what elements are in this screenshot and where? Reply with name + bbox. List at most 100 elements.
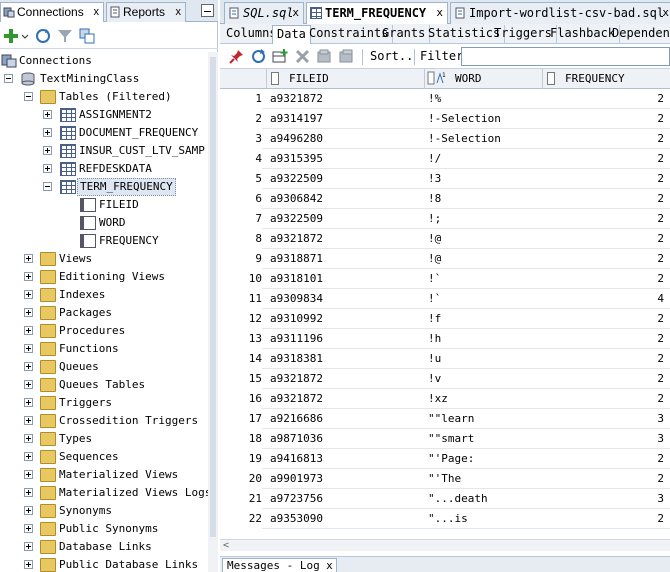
fileid-cell[interactable]: a9321872	[270, 89, 420, 109]
expand-icon[interactable]	[24, 344, 33, 353]
row-number-cell[interactable]: 10	[220, 269, 262, 289]
frequency-cell[interactable]: 2	[546, 129, 664, 149]
tree-item-sequences[interactable]: Sequences	[0, 448, 205, 466]
expand-icon[interactable]	[24, 308, 33, 317]
tree-item-column-word[interactable]: WORD	[0, 214, 205, 232]
table-row[interactable]: 11 a9309834 !` 4	[220, 289, 670, 309]
table-row[interactable]: 8 a9321872 !@ 2	[220, 229, 670, 249]
tree-item-queues-tables[interactable]: Queues Tables	[0, 376, 205, 394]
word-cell[interactable]: !-Selection	[428, 109, 540, 129]
minimize-button[interactable]	[201, 4, 214, 17]
table-row[interactable]: 12 a9310992 !f 2	[220, 309, 670, 329]
fileid-cell[interactable]: a9416813	[270, 449, 420, 469]
fileid-cell[interactable]: a9322509	[270, 169, 420, 189]
word-cell[interactable]: !`	[428, 289, 540, 309]
expand-icon[interactable]	[43, 128, 52, 137]
tree-item-refdeskdata[interactable]: REFDESKDATA	[0, 160, 205, 178]
expand-icon[interactable]	[24, 488, 33, 497]
frequency-cell[interactable]: 2	[546, 229, 664, 249]
frequency-cell[interactable]: 3	[546, 489, 664, 509]
expand-icon[interactable]	[24, 542, 33, 551]
table-row[interactable]: 22 a9353090 "...is 2	[220, 509, 670, 529]
close-icon[interactable]: x	[662, 3, 669, 23]
refresh-icon[interactable]	[34, 27, 52, 45]
frequency-cell[interactable]: 2	[546, 449, 664, 469]
fileid-cell[interactable]: a9901973	[270, 469, 420, 489]
frequency-cell[interactable]: 3	[546, 429, 664, 449]
tree-scrollbar[interactable]	[208, 52, 218, 572]
frequency-cell[interactable]: 2	[546, 269, 664, 289]
tree-item-database-links[interactable]: Database Links	[0, 538, 205, 556]
table-row[interactable]: 21 a9723756 "...death 3	[220, 489, 670, 509]
expand-icon[interactable]	[43, 110, 52, 119]
table-row[interactable]: 3 a9496280 !-Selection 2	[220, 129, 670, 149]
table-row[interactable]: 18 a9871036 ""smart 3	[220, 429, 670, 449]
row-number-cell[interactable]: 21	[220, 489, 262, 509]
close-icon[interactable]: x	[292, 3, 299, 23]
tab-messages-log[interactable]: Messages - Log x	[222, 558, 337, 572]
tree-item-assignment2[interactable]: ASSIGNMENT2	[0, 106, 205, 124]
tree-item-views[interactable]: Views	[0, 250, 205, 268]
table-row[interactable]: 1 a9321872!% 2	[220, 89, 670, 109]
word-cell[interactable]: !3	[428, 169, 540, 189]
column-header-frequency[interactable]: FREQUENCY	[543, 69, 670, 89]
word-cell[interactable]: !v	[428, 369, 540, 389]
row-number-cell[interactable]: 19	[220, 449, 262, 469]
expand-icon[interactable]	[24, 398, 33, 407]
filter-icon[interactable]	[56, 27, 74, 45]
expand-icon[interactable]	[24, 434, 33, 443]
row-number-cell[interactable]: 4	[220, 149, 262, 169]
fileid-cell[interactable]: a9322509	[270, 209, 420, 229]
tab-grants[interactable]: Grants	[378, 25, 431, 44]
table-row[interactable]: 6 a9306842 !8 2	[220, 189, 670, 209]
tree-item-queues[interactable]: Queues	[0, 358, 205, 376]
collapse-icon[interactable]	[24, 92, 33, 101]
fileid-cell[interactable]: a9496280	[270, 129, 420, 149]
tree-item-term-frequency[interactable]: TERM_FREQUENCY	[0, 178, 205, 196]
pin-icon[interactable]	[228, 48, 245, 65]
table-row[interactable]: 14 a9318381 !u 2	[220, 349, 670, 369]
word-cell[interactable]: !f	[428, 309, 540, 329]
tree-item-packages[interactable]: Packages	[0, 304, 205, 322]
frequency-cell[interactable]: 2	[546, 309, 664, 329]
schema-browser-icon[interactable]	[78, 27, 96, 45]
tree-item-public-database-links[interactable]: Public Database Links	[0, 556, 205, 572]
tree-item-editioning-views[interactable]: Editioning Views	[0, 268, 205, 286]
fileid-cell[interactable]: a9353090	[270, 509, 420, 529]
fileid-cell[interactable]: a9315395	[270, 149, 420, 169]
row-number-cell[interactable]: 12	[220, 309, 262, 329]
close-icon[interactable]: x	[94, 3, 100, 21]
tree-item-triggers[interactable]: Triggers	[0, 394, 205, 412]
word-cell[interactable]: !@	[428, 249, 540, 269]
table-row[interactable]: 7 a9322509!; 2	[220, 209, 670, 229]
grid-horizontal-scrollbar[interactable]: <	[220, 539, 670, 551]
word-cell[interactable]: !8	[428, 189, 540, 209]
collapse-icon[interactable]	[4, 74, 13, 83]
scroll-left-icon[interactable]: <	[223, 540, 229, 551]
expand-icon[interactable]	[24, 524, 33, 533]
fileid-cell[interactable]: a9321872	[270, 369, 420, 389]
word-cell[interactable]: !%	[428, 89, 540, 109]
tree-item-insur-cust-ltv-sample[interactable]: INSUR_CUST_LTV_SAMPLE	[0, 142, 206, 160]
table-row[interactable]: 19 a9416813 "'Page: 2	[220, 449, 670, 469]
expand-icon[interactable]	[43, 146, 52, 155]
row-number-cell[interactable]: 1	[220, 89, 262, 109]
table-row[interactable]: 17 a9216686 ""learn 3	[220, 409, 670, 429]
sort-button[interactable]: Sort..	[370, 48, 413, 65]
tab-import-wordlist[interactable]: Import-wordlist-csv-bad.sql x	[450, 2, 670, 24]
fileid-cell[interactable]: a9321872	[270, 229, 420, 249]
frequency-cell[interactable]: 2	[546, 369, 664, 389]
table-row[interactable]: 15 a9321872 !v 2	[220, 369, 670, 389]
column-header-fileid[interactable]: FILEID	[267, 69, 425, 89]
tree-item-column-frequency[interactable]: FREQUENCY	[0, 232, 205, 250]
fileid-cell[interactable]: a9871036	[270, 429, 420, 449]
frequency-cell[interactable]: 4	[546, 289, 664, 309]
fileid-cell[interactable]: a9318381	[270, 349, 420, 369]
close-icon[interactable]: x	[326, 559, 333, 572]
chevron-down-icon[interactable]	[20, 27, 30, 45]
frequency-cell[interactable]: 2	[546, 209, 664, 229]
rollback-icon[interactable]	[338, 48, 355, 65]
tree-item-public-synonyms[interactable]: Public Synonyms	[0, 520, 205, 538]
tab-connections[interactable]: Connections x	[0, 2, 104, 22]
fileid-cell[interactable]: a9310992	[270, 309, 420, 329]
